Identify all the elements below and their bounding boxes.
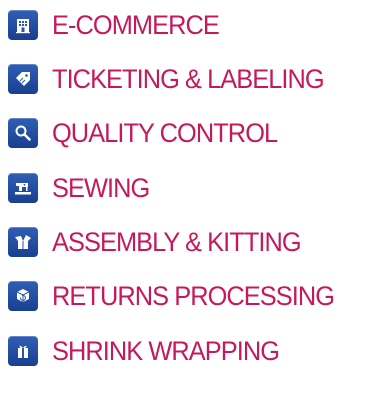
- service-item-quality-control: QUALITY CONTROL: [0, 113, 389, 153]
- service-item-ticketing-labeling: TICKETING & LABELING: [0, 59, 389, 99]
- service-item-assembly-kitting: ASSEMBLY & KITTING: [0, 222, 389, 262]
- service-label: SEWING: [52, 173, 150, 203]
- service-label: E-COMMERCE: [52, 10, 220, 40]
- open-box-icon: [8, 227, 38, 257]
- tag-icon: [8, 64, 38, 94]
- service-item-shrink-wrapping: SHRINK WRAPPING: [0, 331, 389, 371]
- service-item-e-commerce: E-COMMERCE: [0, 5, 389, 45]
- return-box-icon: [8, 281, 38, 311]
- service-label: TICKETING & LABELING: [52, 64, 325, 94]
- service-label: ASSEMBLY & KITTING: [52, 227, 302, 257]
- service-item-returns-processing: RETURNS PROCESSING: [0, 276, 389, 316]
- building-icon: [8, 10, 38, 40]
- service-list: E-COMMERCE TICKETING & LABELING QUALITY …: [0, 0, 389, 397]
- magnifier-icon: [8, 118, 38, 148]
- wrapped-package-icon: [8, 336, 38, 366]
- service-label: QUALITY CONTROL: [52, 118, 278, 148]
- sewing-machine-icon: [8, 173, 38, 203]
- service-label: RETURNS PROCESSING: [52, 281, 335, 311]
- service-item-sewing: SEWING: [0, 168, 389, 208]
- service-label: SHRINK WRAPPING: [52, 336, 280, 366]
